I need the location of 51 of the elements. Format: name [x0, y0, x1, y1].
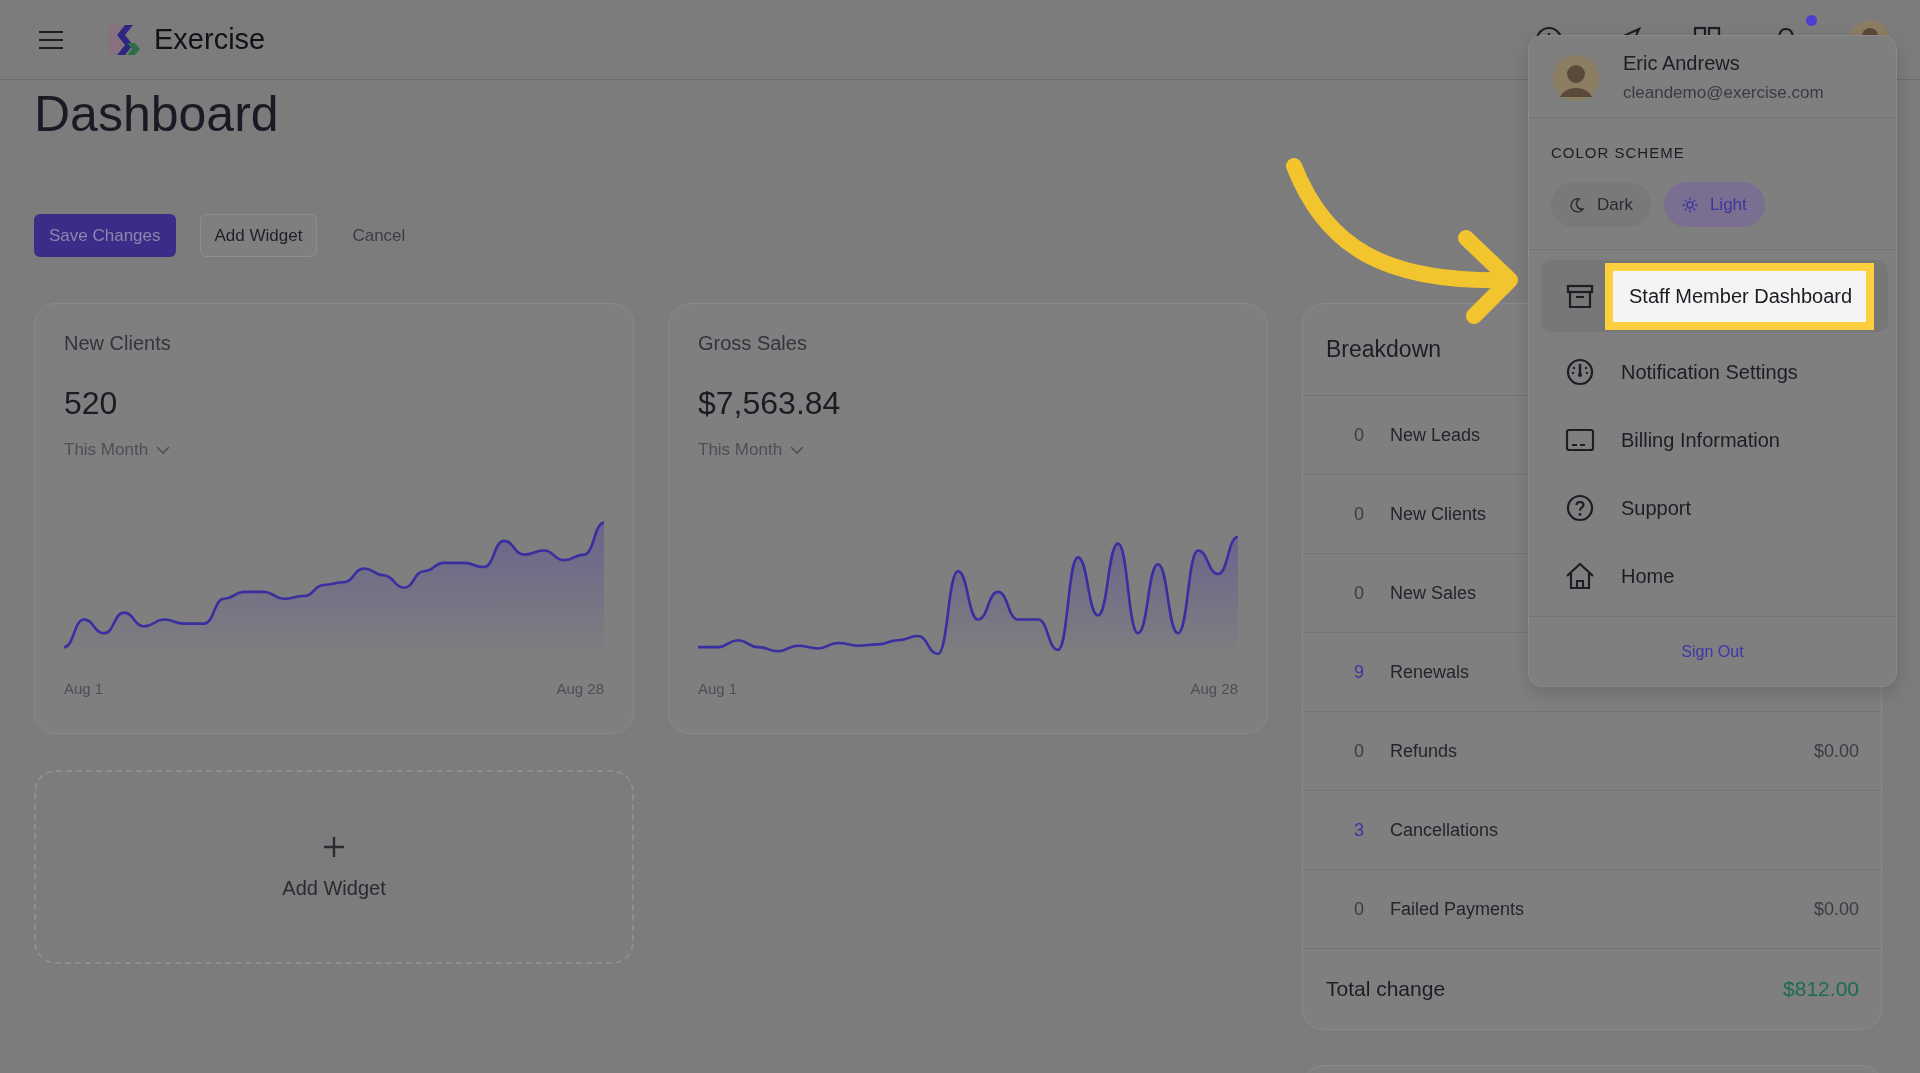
stat-value: $7,563.84 — [698, 385, 841, 422]
row-label: Cancellations — [1390, 819, 1499, 841]
sign-out-link[interactable]: Sign Out — [1675, 641, 1750, 662]
row-label: New Sales — [1390, 582, 1477, 604]
row-label: Refunds — [1390, 740, 1458, 762]
cancel-link[interactable]: Cancel — [341, 214, 417, 257]
count-value: 0 — [1354, 898, 1365, 920]
plus-icon — [322, 834, 346, 859]
row-label: Renewals — [1390, 661, 1470, 683]
section-title: COLOR SCHEME — [1551, 144, 1685, 161]
stat-value: 520 — [64, 385, 118, 422]
menu-item[interactable]: Staff Member Dashboard — [1541, 260, 1888, 332]
amount-value: $0.00 — [1813, 740, 1859, 762]
total-label: Total change — [1326, 977, 1446, 1001]
user-name: Eric Andrews — [1623, 52, 1741, 75]
menu-item[interactable]: Billing Information — [1541, 406, 1888, 474]
light-mode-toggle[interactable]: Light — [1663, 182, 1765, 227]
menu-item[interactable]: Notification Settings — [1541, 338, 1888, 406]
card-title: Breakdown — [1326, 336, 1442, 363]
row-label: New Leads — [1390, 424, 1481, 446]
sun-icon — [1681, 196, 1698, 213]
save-button[interactable]: Save Changes — [34, 214, 176, 257]
dark-mode-toggle[interactable]: Dark — [1551, 182, 1651, 227]
count-value: 3 — [1354, 819, 1365, 841]
count-value: 0 — [1354, 424, 1365, 446]
row-label: Failed Payments — [1390, 898, 1525, 920]
count-value: 0 — [1354, 503, 1365, 525]
chevron-down-icon — [156, 445, 171, 455]
home-icon — [1565, 561, 1595, 591]
card-title: New Clients — [64, 332, 171, 355]
count-value: 0 — [1354, 740, 1365, 762]
page-title: Dashboard — [34, 85, 279, 144]
moon-icon — [1569, 196, 1585, 213]
help-icon — [1565, 493, 1595, 523]
row-label: New Clients — [1390, 503, 1487, 525]
card-title: Gross Sales — [698, 332, 807, 355]
brand-name: Exercise — [154, 23, 266, 56]
menu-item[interactable]: Support — [1541, 474, 1888, 542]
gauge-icon — [1565, 357, 1595, 387]
total-value: $812.00 — [1783, 977, 1859, 1001]
count-value: 9 — [1354, 661, 1365, 683]
menu-icon[interactable] — [38, 29, 64, 50]
user-email: cleandemo@exercise.com — [1623, 83, 1824, 103]
count-value: 0 — [1354, 582, 1365, 604]
logo-icon — [107, 22, 141, 57]
add-widget-tile[interactable]: Add Widget — [34, 770, 634, 964]
chevron-down-icon — [790, 445, 805, 455]
amount-value: $0.00 — [1813, 898, 1859, 920]
avatar-icon — [1553, 54, 1599, 101]
menu-item[interactable]: Home — [1541, 542, 1888, 610]
add-widget-button[interactable]: Add Widget — [199, 214, 318, 257]
